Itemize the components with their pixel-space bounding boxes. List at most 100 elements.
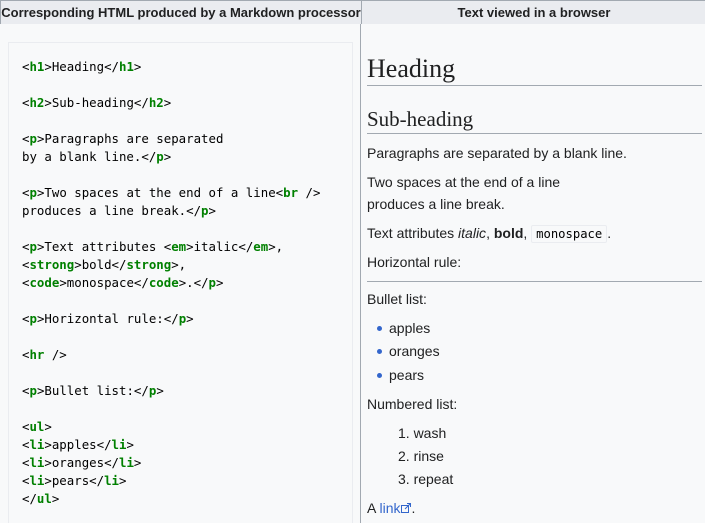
code-line: <p>Horizontal rule:</p>: [22, 310, 320, 328]
code-text: >: [156, 383, 164, 398]
code-line: <hr />: [22, 346, 320, 364]
code-tag-name: hr: [29, 347, 45, 362]
code-tag-name: p: [29, 185, 37, 200]
attr-comma-2: ,: [523, 225, 532, 241]
code-text: >bold</: [74, 257, 127, 272]
code-text: </: [22, 491, 37, 506]
list-item: oranges: [389, 343, 440, 359]
code-line: <h1>Heading</h1>: [22, 58, 320, 76]
code-text: >: [216, 275, 224, 290]
rendered-horizontal-rule: [367, 281, 702, 282]
code-tag-name: p: [201, 203, 209, 218]
italic-text: italic: [458, 225, 487, 241]
code-text: produces a line break.</: [22, 203, 202, 218]
list-item: apples: [389, 320, 431, 336]
link-prefix: A: [367, 500, 380, 516]
code-text: >Two spaces at the end of a line<: [36, 185, 284, 200]
code-tag-name: p: [29, 131, 37, 146]
code-text: >Heading</: [44, 59, 119, 74]
code-text: >: [119, 473, 127, 488]
code-tag-name: em: [171, 239, 187, 254]
code-tag-name: code: [148, 275, 179, 290]
code-tag-name: h1: [29, 59, 45, 74]
code-tag-name: p: [208, 275, 216, 290]
bold-text: bold: [493, 225, 524, 241]
rendered-paragraph: Paragraphs are separated by a blank line…: [367, 145, 627, 161]
code-line: <h2>Sub-heading</h2>: [22, 94, 320, 112]
code-tag-name: strong: [126, 257, 172, 272]
code-text: >: [163, 149, 172, 164]
code-text: >Sub-heading</: [44, 95, 149, 110]
code-tag-name: p: [29, 383, 37, 398]
code-text: >: [133, 455, 142, 470]
code-text: >,: [268, 239, 284, 254]
bullet-dot: [377, 373, 382, 378]
code-tag-name: li: [29, 437, 45, 452]
code-text: />: [298, 185, 321, 200]
code-tag-name: p: [156, 149, 164, 164]
rendered-subheading: Sub-heading: [367, 107, 702, 134]
code-line: <li>oranges</li>: [22, 454, 320, 472]
numbered-item: 2. rinse: [398, 448, 444, 464]
code-text: >: [163, 95, 172, 110]
rendered-numbered-label: Numbered list:: [367, 396, 458, 412]
numbered-item: 1. wash: [398, 425, 447, 441]
code-text: >: [186, 311, 194, 326]
code-text: >: [51, 491, 60, 506]
code-line: <p>Paragraphs are separated: [22, 130, 320, 148]
code-tag-name: h1: [119, 59, 134, 74]
code-text: >monospace</: [59, 275, 149, 290]
code-tag-name: li: [119, 455, 134, 470]
code-text: >Paragraphs are separated: [36, 131, 224, 146]
attr-period: .: [607, 225, 612, 241]
code-line: <li>pears</li>: [22, 472, 320, 490]
rendered-link-line: A link.: [367, 497, 415, 519]
link[interactable]: link: [379, 500, 412, 516]
header-browser-column: Text viewed in a browser: [362, 1, 705, 25]
link-suffix: .: [411, 500, 416, 516]
bullet-dot: [377, 326, 382, 331]
code-line: <ul>: [22, 418, 320, 436]
code-text: >Horizontal rule:</: [36, 311, 179, 326]
bullet-dot: [377, 349, 382, 354]
code-tag-name: h2: [29, 95, 45, 110]
code-tag-name: li: [29, 455, 45, 470]
code-tag-name: p: [29, 311, 37, 326]
code-line: <p>Two spaces at the end of a line<br />: [22, 184, 320, 202]
attr-comma-1: ,: [486, 225, 494, 241]
code-text: >pears</: [44, 473, 105, 488]
code-line: produces a line break.</p>: [22, 202, 320, 220]
code-text: >Text attributes <: [36, 239, 172, 254]
code-tag-name: li: [104, 473, 119, 488]
code-line: <p>Bullet list:</p>: [22, 382, 320, 400]
code-line: </ul>: [22, 490, 320, 508]
list-item: pears: [389, 367, 425, 383]
html-code: <h1>Heading</h1> <h2>Sub-heading</h2> <p…: [22, 58, 320, 508]
code-line: <li>apples</li>: [22, 436, 320, 454]
code-text: >italic</: [186, 239, 254, 254]
rendered-bullet-label: Bullet list:: [367, 291, 427, 307]
code-tag-name: li: [111, 437, 127, 452]
code-line: <code>monospace</code>.</p>: [22, 274, 320, 292]
rendered-hr-label: Horizontal rule:: [367, 254, 462, 270]
rendered-heading: Heading: [367, 54, 702, 86]
rendered-text-attributes: Text attributes italic, bold, monospace.: [367, 222, 611, 245]
code-tag-name: code: [29, 275, 60, 290]
code-text: >.</: [178, 275, 209, 290]
code-tag-name: ul: [36, 491, 52, 506]
code-tag-name: br: [283, 185, 299, 200]
code-text: >,: [171, 257, 187, 272]
code-text: >: [133, 59, 142, 74]
code-text: />: [44, 347, 67, 362]
numbered-item: 3. repeat: [398, 471, 454, 487]
code-text: >Bullet list:</: [36, 383, 149, 398]
code-text: >apples</: [44, 437, 112, 452]
code-text: by a blank line.</: [22, 149, 157, 164]
code-line: by a blank line.</p>: [22, 148, 320, 166]
